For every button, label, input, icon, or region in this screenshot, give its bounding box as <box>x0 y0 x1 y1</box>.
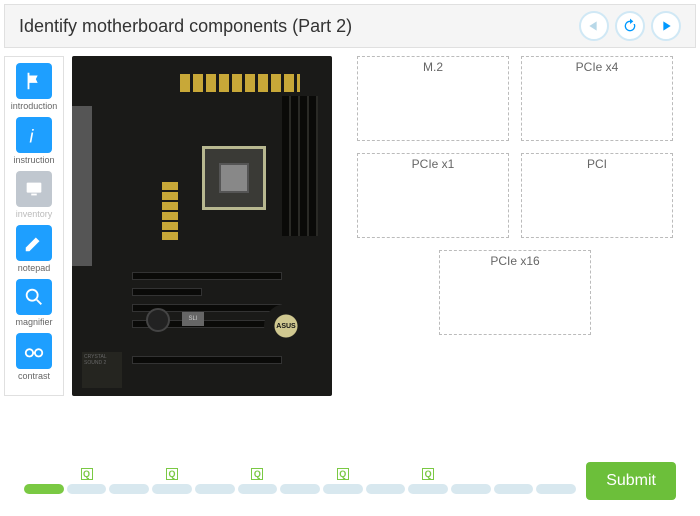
cmos-battery <box>146 308 170 332</box>
nav-button-group <box>579 11 681 41</box>
progress-segment[interactable] <box>451 484 491 494</box>
pcie-slot <box>132 272 282 280</box>
progress-segment[interactable] <box>280 484 320 494</box>
next-button[interactable] <box>651 11 681 41</box>
sidebar-item-label: instruction <box>13 155 54 165</box>
drop-area: M.2 PCIe x4 PCIe x1 PCI PCIe x16 <box>342 56 688 396</box>
sidebar-item-notepad[interactable]: notepad <box>10 223 58 275</box>
sidebar-item-instruction[interactable]: i instruction <box>10 115 58 167</box>
progress-segment[interactable]: Q <box>408 484 448 494</box>
io-panel <box>72 106 92 266</box>
flag-icon <box>23 70 45 92</box>
drop-zone-pcie-x1[interactable]: PCIe x1 <box>357 153 509 238</box>
progress-segment[interactable] <box>24 484 64 494</box>
chipset-heatsink: ASUS <box>264 304 308 348</box>
question-marker-icon: Q <box>422 468 434 480</box>
question-marker-icon: Q <box>337 468 349 480</box>
question-marker-icon: Q <box>81 468 93 480</box>
sli-chip: SLI <box>182 312 204 326</box>
progress-segment[interactable] <box>536 484 576 494</box>
drop-zone-pcie-x16[interactable]: PCIe x16 <box>439 250 591 335</box>
monitor-icon <box>23 178 45 200</box>
sidebar-item-label: introduction <box>11 101 58 111</box>
sidebar-item-label: contrast <box>18 371 50 381</box>
sidebar-item-magnifier[interactable]: magnifier <box>10 277 58 329</box>
info-icon: i <box>23 124 45 146</box>
svg-text:i: i <box>29 125 34 146</box>
prev-button[interactable] <box>579 11 609 41</box>
progress-segment[interactable] <box>109 484 149 494</box>
progress-segment[interactable] <box>366 484 406 494</box>
progress-segment[interactable]: Q <box>67 484 107 494</box>
submit-button[interactable]: Submit <box>586 462 676 500</box>
sidebar-item-introduction[interactable]: introduction <box>10 61 58 113</box>
refresh-button[interactable] <box>615 11 645 41</box>
progress-segment[interactable]: Q <box>152 484 192 494</box>
sidebar-item-contrast[interactable]: contrast <box>10 331 58 383</box>
progress-segment[interactable] <box>195 484 235 494</box>
drop-zone-label: PCIe x16 <box>490 254 539 268</box>
motherboard-image[interactable]: SLI ASUS CRYSTAL SOUND 2 <box>72 56 332 396</box>
dimm-slots <box>282 96 318 236</box>
progress-segment[interactable] <box>494 484 534 494</box>
drop-zone-label: M.2 <box>423 60 443 74</box>
magnifier-icon <box>23 286 45 308</box>
cpu-socket <box>202 146 266 210</box>
pencil-icon <box>23 232 45 254</box>
triangle-right-icon <box>658 18 674 34</box>
progress-segment[interactable]: Q <box>323 484 363 494</box>
pcie-slot-short <box>132 288 202 296</box>
pcie-slot <box>132 356 282 364</box>
refresh-icon <box>622 18 638 34</box>
drop-zone-pci[interactable]: PCI <box>521 153 673 238</box>
sidebar-item-label: inventory <box>16 209 53 219</box>
sidebar-item-inventory[interactable]: inventory <box>10 169 58 221</box>
sidebar: introduction i instruction inventory not… <box>4 56 64 396</box>
audio-chip: CRYSTAL SOUND 2 <box>82 352 122 388</box>
vrm-heatsink-side <box>162 180 178 240</box>
question-marker-icon: Q <box>166 468 178 480</box>
drop-zone-label: PCIe x4 <box>576 60 619 74</box>
progress-bar: Q Q Q Q Q <box>24 468 576 494</box>
triangle-left-icon <box>586 18 602 34</box>
page-title: Identify motherboard components (Part 2) <box>19 16 352 37</box>
sidebar-item-label: magnifier <box>15 317 52 327</box>
glasses-icon <box>23 340 45 362</box>
drop-zone-label: PCIe x1 <box>412 157 455 171</box>
drop-zone-pcie-x4[interactable]: PCIe x4 <box>521 56 673 141</box>
question-marker-icon: Q <box>251 468 263 480</box>
drop-zone-label: PCI <box>587 157 607 171</box>
progress-segment[interactable]: Q <box>238 484 278 494</box>
drop-zone-m2[interactable]: M.2 <box>357 56 509 141</box>
vrm-heatsink <box>180 74 300 92</box>
sidebar-item-label: notepad <box>18 263 51 273</box>
